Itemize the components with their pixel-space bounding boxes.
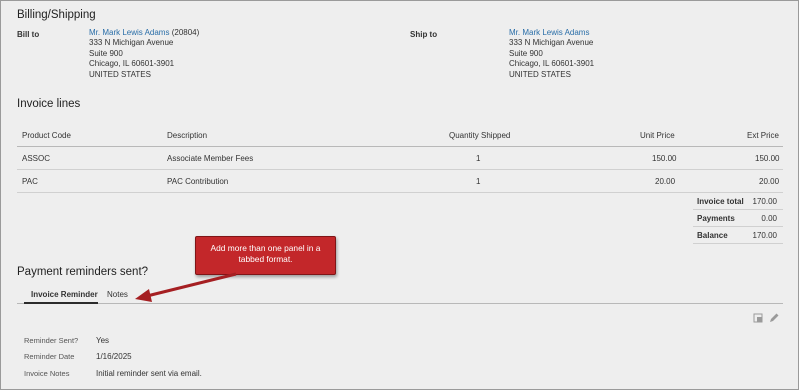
bill-to-line4: UNITED STATES	[89, 69, 151, 79]
invoice-total-value: 170.00	[752, 197, 777, 206]
ship-to-line4: UNITED STATES	[509, 69, 571, 79]
row-quantity: 1	[476, 154, 481, 163]
col-header-unit-price: Unit Price	[640, 131, 675, 140]
row-divider	[17, 192, 783, 193]
tab-bar-divider	[17, 303, 783, 304]
pencil-icon[interactable]	[768, 312, 780, 324]
invoice-lines-title: Invoice lines	[17, 98, 81, 110]
reminder-date-label: Reminder Date	[24, 352, 75, 361]
row-unit-price: 20.00	[655, 177, 676, 186]
copy-icon[interactable]	[752, 312, 764, 324]
invoice-notes-value: Initial reminder sent via email.	[96, 369, 202, 378]
annotation-callout: Add more than one panel in a tabbed form…	[195, 236, 336, 275]
payment-reminders-title: Payment reminders sent?	[17, 266, 149, 278]
bill-to-line3: Chicago, IL 60601-3901	[89, 59, 175, 69]
reminder-sent-value: Yes	[96, 336, 110, 345]
bill-to-address: Mr. Mark Lewis Adams (20804) 333 N Michi…	[89, 28, 199, 80]
reminder-date-value: 1/16/2025	[96, 352, 132, 361]
row-divider	[17, 169, 783, 170]
reminder-sent-label: Reminder Sent?	[24, 336, 79, 345]
bill-to-line1: 333 N Michigan Avenue	[89, 38, 174, 48]
payments-label: Payments	[697, 214, 735, 223]
tab-invoice-reminder[interactable]: Invoice Reminder	[31, 290, 98, 299]
invoice-notes-label: Invoice Notes	[24, 369, 70, 378]
totals-divider	[693, 243, 783, 244]
bill-to-label: Bill to	[17, 30, 40, 39]
totals-divider	[693, 226, 783, 227]
bill-to-line2: Suite 900	[89, 48, 123, 58]
row-quantity: 1	[476, 177, 481, 186]
row-product-code: ASSOC	[22, 154, 51, 163]
active-tab-indicator	[24, 302, 98, 304]
row-ext-price: 150.00	[755, 154, 780, 163]
totals-divider	[693, 209, 783, 210]
ship-to-line2: Suite 900	[509, 48, 543, 58]
table-header-divider	[17, 146, 783, 147]
payments-value: 0.00	[761, 214, 777, 223]
row-product-code: PAC	[22, 177, 38, 186]
ship-to-name-link[interactable]: Mr. Mark Lewis Adams	[509, 28, 594, 38]
row-description: Associate Member Fees	[167, 154, 254, 163]
col-header-quantity-shipped: Quantity Shipped	[449, 131, 511, 140]
balance-label: Balance	[697, 231, 728, 240]
tab-notes[interactable]: Notes	[107, 290, 128, 299]
invoice-total-label: Invoice total	[697, 197, 744, 206]
balance-value: 170.00	[752, 231, 777, 240]
col-header-description: Description	[167, 131, 208, 140]
billing-shipping-title: Billing/Shipping	[17, 9, 96, 21]
ship-to-label: Ship to	[410, 30, 438, 39]
ship-to-address: Mr. Mark Lewis Adams 333 N Michigan Aven…	[509, 28, 594, 80]
row-unit-price: 150.00	[652, 154, 677, 163]
bill-to-id: (20804)	[171, 28, 200, 37]
col-header-ext-price: Ext Price	[747, 131, 780, 140]
ship-to-line3: Chicago, IL 60601-3901	[509, 59, 595, 69]
row-description: PAC Contribution	[167, 177, 229, 186]
col-header-product-code: Product Code	[22, 131, 71, 140]
ship-to-line1: 333 N Michigan Avenue	[509, 38, 594, 48]
bill-to-name-link[interactable]: Mr. Mark Lewis Adams	[89, 28, 169, 37]
row-ext-price: 20.00	[759, 177, 780, 186]
